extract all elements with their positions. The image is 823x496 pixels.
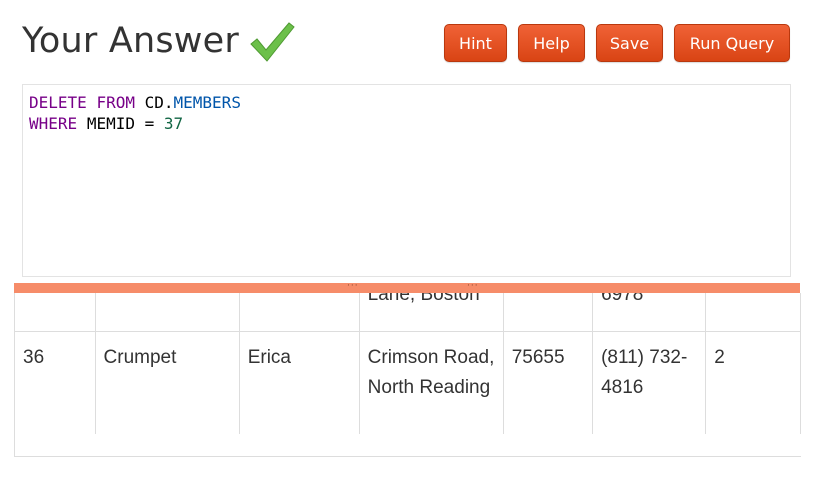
results-table: Lane, Boston 6978 36 Crumpet Erica Crims…: [15, 293, 801, 434]
table-cell: Lane, Boston: [359, 293, 504, 332]
toolbar: Hint Help Save Run Query: [444, 24, 790, 62]
checkmark-icon: [250, 22, 295, 62]
table-row: Lane, Boston 6978: [15, 293, 801, 332]
table-name: MEMBERS: [173, 93, 241, 112]
page-title: Your Answer: [22, 21, 239, 61]
table-cell: 2: [705, 331, 801, 434]
table-cell: Crumpet: [95, 331, 240, 434]
code-line-1: DELETE FROM CD.MEMBERS: [29, 92, 784, 113]
grip-dots-icon: ···: [347, 281, 359, 291]
table-cell: [503, 293, 594, 332]
page-title-group: Your Answer: [22, 18, 295, 64]
table-cell: 6978: [592, 293, 707, 332]
table-cell: 75655: [503, 331, 594, 434]
schema-name: CD.: [144, 93, 174, 112]
help-button[interactable]: Help: [518, 24, 585, 62]
resize-splitter[interactable]: ··· ···: [14, 281, 800, 293]
hint-button[interactable]: Hint: [444, 24, 507, 62]
table-row: 36 Crumpet Erica Crimson Road, North Rea…: [15, 331, 801, 434]
table-cell: Crimson Road, North Reading: [359, 331, 504, 434]
code-line-2: WHERE MEMID = 37: [29, 113, 784, 134]
run-query-button[interactable]: Run Query: [674, 24, 790, 62]
operator: =: [144, 114, 155, 133]
keyword-where: WHERE: [29, 114, 78, 133]
table-cell: Erica: [239, 331, 360, 434]
results-table-panel[interactable]: Lane, Boston 6978 36 Crumpet Erica Crims…: [14, 293, 801, 457]
table-cell: [95, 293, 240, 332]
save-button[interactable]: Save: [596, 24, 663, 62]
grip-dots-icon: ···: [467, 281, 479, 291]
table-cell: [15, 293, 96, 332]
sql-editor[interactable]: DELETE FROM CD.MEMBERS WHERE MEMID = 37: [22, 84, 791, 277]
table-cell: [239, 293, 360, 332]
column-name: MEMID: [86, 114, 135, 133]
table-cell: (811) 732-4816: [592, 331, 707, 434]
table-cell: 36: [15, 331, 96, 434]
keyword-from: FROM: [96, 93, 135, 112]
keyword-delete: DELETE: [29, 93, 87, 112]
table-cell: [705, 293, 801, 332]
number-literal: 37: [163, 114, 184, 133]
